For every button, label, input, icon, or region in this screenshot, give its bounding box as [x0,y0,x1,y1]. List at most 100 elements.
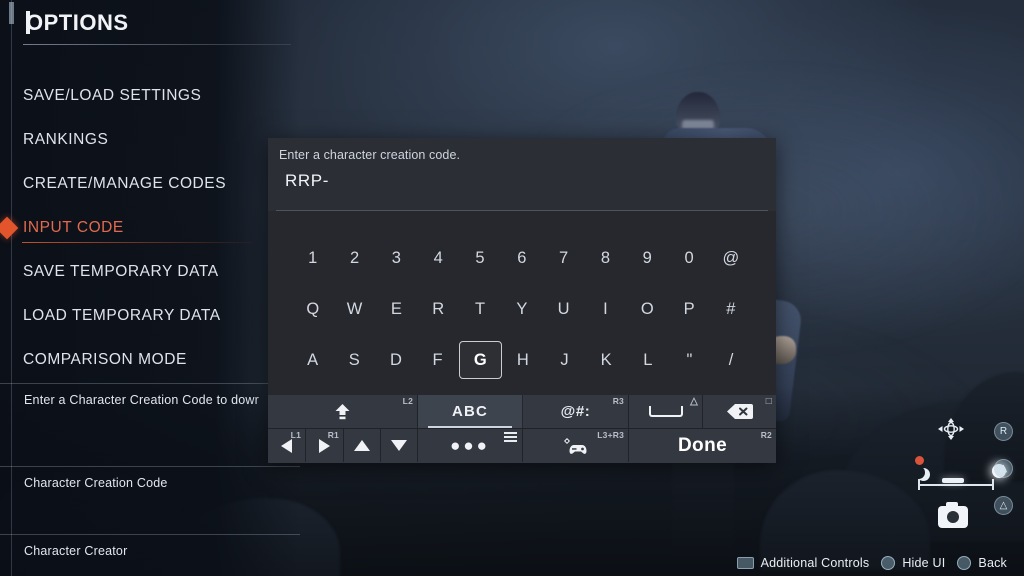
tab-abc-label: ABC [451,403,489,420]
key-s[interactable]: S [334,341,376,379]
keyboard-prompt-area: Enter a character creation code. RRP- [268,138,776,210]
space-key[interactable]: △ [629,395,703,428]
key-e[interactable]: E [376,290,418,328]
key-4[interactable]: 4 [417,239,459,277]
onscreen-keyboard-dialog: Enter a character creation code. RRP- 12… [268,138,776,463]
control-row-top: L2 ABC @#: R3 △ □ [268,395,776,428]
slider-track [918,480,994,489]
key-sym[interactable]: " [669,341,711,379]
triangle-down-icon [391,440,407,451]
key-3[interactable]: 3 [376,239,418,277]
hud-button-up[interactable]: △ [994,459,1013,478]
camera-lens [947,511,959,523]
nav-right-button[interactable]: R1 [306,429,344,462]
slider-knob[interactable] [942,478,964,483]
shift-key[interactable]: L2 [268,395,418,428]
camera-icon[interactable] [938,502,968,528]
key-i[interactable]: I [585,290,627,328]
done-button-label: Done [677,434,728,456]
key-8[interactable]: 8 [585,239,627,277]
more-options-button[interactable]: ●●● [418,429,523,462]
code-input-field[interactable]: RRP- [285,171,329,191]
hud-side-buttons: R △ △ [994,422,1016,533]
key-5[interactable]: 5 [459,239,501,277]
key-a[interactable]: A [292,341,334,379]
triangle-left-icon [281,438,292,453]
menu-item-label: SAVE/LOAD SETTINGS [23,87,202,104]
key-sym[interactable]: / [710,341,752,379]
rotate-camera-icon[interactable] [936,416,966,442]
tab-symbols[interactable]: @#: R3 [523,395,629,428]
menu-item-comparison-mode[interactable]: COMPARISON MODE [0,338,300,382]
key-0[interactable]: 0 [668,239,710,277]
tab-abc[interactable]: ABC [418,395,523,428]
backspace-hint: □ [765,396,772,407]
title-divider [23,44,291,45]
keyboard-control-strip: L2 ABC @#: R3 △ □ L1 R1 ●●● L3+R3 Done R… [268,395,776,463]
shift-hint: L2 [402,396,413,406]
game-screen: OPTIONS SAVE/LOAD SETTINGS RANKINGS CREATE… [0,0,1024,576]
daynight-slider[interactable] [912,456,1006,500]
key-1[interactable]: 1 [292,239,334,277]
key-2[interactable]: 2 [334,239,376,277]
key-q[interactable]: Q [292,290,334,328]
control-row-bottom: L1 R1 ●●● L3+R3 Done R2 [268,429,776,462]
menu-item-load-temporary-data[interactable]: LOAD TEMPORARY DATA [0,294,300,338]
time-marker-dot [915,456,924,465]
key-g[interactable]: G [458,341,503,379]
page-title: OPTIONS [26,10,129,35]
key-t[interactable]: T [459,290,501,328]
key-o[interactable]: O [627,290,669,328]
info-row[interactable]: Enter a Character Creation Code to dowr [0,383,300,466]
selection-diamond-icon [0,216,19,240]
key-sym[interactable]: @ [710,239,752,277]
keyboard-prompt-text: Enter a character creation code. [279,148,461,162]
backspace-key[interactable]: □ [703,395,776,428]
key-j[interactable]: J [544,341,586,379]
selection-underline [22,242,252,243]
key-k[interactable]: K [585,341,627,379]
circle-button-icon [957,556,972,570]
key-9[interactable]: 9 [627,239,669,277]
key-l[interactable]: L [627,341,669,379]
nav-up-button[interactable] [344,429,381,462]
info-row-label: Character Creation Code [24,476,168,490]
hint-label: Additional Controls [760,556,870,570]
key-f[interactable]: F [417,341,459,379]
menu-item-label: CREATE/MANAGE CODES [23,175,227,192]
key-6[interactable]: 6 [501,239,543,277]
menu-item-label: LOAD TEMPORARY DATA [23,307,221,324]
triangle-right-icon [319,438,330,453]
hud-button-down[interactable]: △ [994,496,1013,515]
info-row[interactable]: Character Creation Code [0,466,300,534]
menu-icon [504,432,517,445]
key-p[interactable]: P [668,290,710,328]
nav-left-hint: L1 [290,430,301,440]
key-7[interactable]: 7 [543,239,585,277]
key-h[interactable]: H [502,341,544,379]
space-hint: △ [690,396,698,407]
hud-button-r[interactable]: R [994,422,1013,441]
key-y[interactable]: Y [501,290,543,328]
menu-item-input-code[interactable]: INPUT CODE [0,206,300,250]
key-u[interactable]: U [543,290,585,328]
touchpad-button-icon [736,557,754,569]
menu-item-save-temporary-data[interactable]: SAVE TEMPORARY DATA [0,250,300,294]
key-d[interactable]: D [375,341,417,379]
nav-left-button[interactable]: L1 [268,429,306,462]
keyboard-key-grid: 1234567890@QWERTYUIOP#ASDFGHJKL"/ZXCVBNM… [268,211,776,427]
menu-item-save-load-settings[interactable]: SAVE/LOAD SETTINGS [0,74,300,118]
gamepad-input-button[interactable]: L3+R3 [523,429,629,462]
key-sym[interactable]: # [710,290,752,328]
menu-item-rankings[interactable]: RANKINGS [0,118,300,162]
shift-arrow-icon [335,403,350,419]
done-button[interactable]: Done R2 [629,429,776,462]
menu-item-create-manage-codes[interactable]: CREATE/MANAGE CODES [0,162,300,206]
hint-label: Back [978,556,1007,570]
key-w[interactable]: W [334,290,376,328]
nav-down-button[interactable] [381,429,418,462]
gamepad-pointer-icon [563,437,586,454]
menu-item-label: RANKINGS [23,131,109,148]
info-row[interactable]: Character Creator [0,534,300,576]
key-r[interactable]: R [417,290,459,328]
